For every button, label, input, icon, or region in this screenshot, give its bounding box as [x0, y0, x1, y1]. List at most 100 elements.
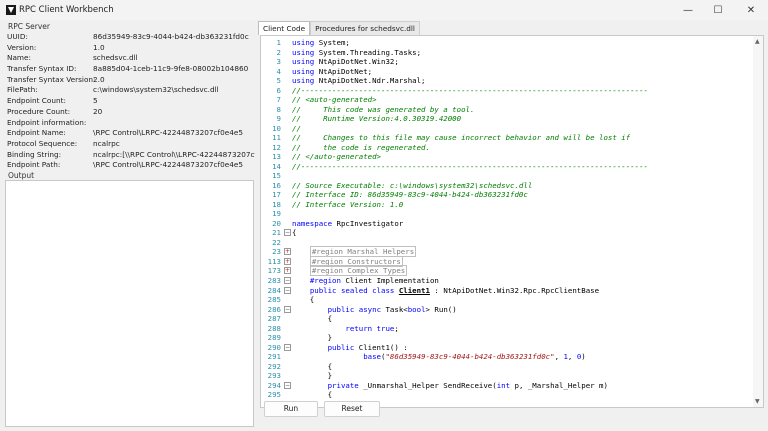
code-text: }: [292, 333, 333, 343]
collapse-region-icon[interactable]: −: [284, 277, 291, 284]
code-line: 20 namespace RpcInvestigator: [261, 219, 751, 229]
property-value: \RPC Control\LRPC-42244873207cf0e4e5: [93, 128, 243, 138]
property-row: UUID: 86d35949-83c9-4044-b424-db363231fd0…: [3, 32, 255, 43]
code-text: return true;: [345, 323, 399, 333]
code-line: 10 //: [261, 124, 751, 134]
property-value: 1.0: [93, 42, 105, 52]
right-panel: Client Code Procedures for schedsvc.dll …: [258, 21, 766, 429]
code-line: 6 //-------------------------------------…: [261, 86, 751, 96]
code-text: {: [292, 390, 333, 400]
property-value: 86d35949-83c9-4044-b424-db363231fd0c: [93, 32, 249, 41]
tab-procedures[interactable]: Procedures for schedsvc.dll: [310, 21, 420, 35]
code-line: 4 using NtApiDotNet;: [261, 67, 751, 77]
collapse-region-icon[interactable]: −: [284, 381, 291, 389]
code-line: 15: [261, 171, 751, 181]
output-textbox[interactable]: [5, 180, 254, 427]
code-text: // the code is regenerated.: [292, 142, 430, 152]
code-text: }: [292, 371, 333, 381]
run-button[interactable]: Run: [264, 401, 318, 417]
tab-client-code[interactable]: Client Code: [258, 21, 311, 35]
vertical-scrollbar[interactable]: ▲ ▼: [753, 36, 763, 407]
line-number: 291: [267, 352, 281, 362]
code-text: base("86d35949-83c9-4044-b424-db363231fd…: [363, 352, 586, 362]
left-panel: RPC Server UUID: 86d35949-83c9-4044-b424-…: [2, 21, 255, 429]
code-text: // Source Executable: c:\windows\system3…: [292, 180, 533, 190]
property-row: Endpoint Path: \RPC Control\LRPC-42244873…: [3, 160, 255, 170]
collapse-region-icon[interactable]: −: [284, 229, 291, 237]
property-row: Transfer Syntax Version: 2.0: [3, 75, 255, 86]
code-text: // Changes to this file may cause incorr…: [292, 133, 631, 143]
property-row: Protocol Sequence: ncalrpc: [3, 139, 255, 150]
scroll-down-icon[interactable]: ▼: [755, 398, 760, 405]
property-name: Transfer Syntax ID:: [7, 64, 77, 74]
line-number: 9: [276, 114, 281, 124]
code-text: {: [292, 314, 333, 324]
expand-region-icon[interactable]: +: [284, 248, 291, 256]
line-number: 295: [267, 390, 281, 400]
code-line: 13 // </auto-generated>: [261, 152, 751, 162]
code-line: 17 // Interface ID: 86d35949-83c9-4044-b4…: [261, 190, 751, 200]
property-name: UUID:: [7, 32, 28, 41]
line-number: 4: [276, 66, 281, 76]
line-number: 284: [267, 285, 281, 295]
collapse-region-icon[interactable]: −: [284, 343, 291, 351]
line-number: 289: [267, 333, 281, 343]
property-row: Endpoint information:: [3, 118, 255, 129]
code-line: 12 // the code is regenerated.: [261, 143, 751, 153]
property-name: Protocol Sequence:: [7, 138, 78, 148]
line-number: 2: [276, 47, 281, 57]
code-text: using NtApiDotNet.Win32;: [292, 57, 399, 67]
reset-button[interactable]: Reset: [324, 401, 380, 417]
maximize-button[interactable]: ☐: [704, 0, 732, 20]
line-number: 3: [276, 57, 281, 67]
line-number: 19: [272, 209, 281, 219]
property-row: Endpoint Name: \RPC Control\LRPC-42244873…: [3, 128, 255, 139]
collapse-region-icon[interactable]: −: [284, 286, 291, 294]
code-text: #region Client Implementation: [309, 276, 439, 285]
close-button[interactable]: ✕: [737, 0, 765, 20]
code-editor[interactable]: 1 using System; 2 using System.Threading.Ta…: [260, 35, 764, 408]
code-line: 294− private _Unmarshal_Helper SendRecei…: [261, 381, 751, 391]
code-text: using NtApiDotNet.Ndr.Marshal;: [292, 76, 426, 86]
code-text: public Client1() :: [327, 342, 408, 352]
line-number: 17: [272, 190, 281, 200]
line-number: 285: [267, 295, 281, 305]
code-line: 291 base("86d35949-83c9-4044-b424-db3632…: [261, 352, 751, 362]
expand-region-icon[interactable]: +: [284, 257, 291, 265]
code-line: 289 }: [261, 333, 751, 343]
code-line: 5 using NtApiDotNet.Ndr.Marshal;: [261, 76, 751, 86]
minimize-button[interactable]: —: [674, 0, 702, 20]
rpc-server-group-label: RPC Server: [6, 22, 52, 31]
code-line: 16 // Source Executable: c:\windows\syste…: [261, 181, 751, 191]
property-value: schedsvc.dll: [93, 53, 138, 63]
property-value: c:\windows\system32\schedsvc.dll: [93, 85, 219, 95]
line-number: 283: [267, 276, 281, 285]
expand-region-icon[interactable]: +: [284, 267, 291, 275]
line-number: 14: [272, 161, 281, 171]
output-group-label: Output: [6, 171, 37, 180]
code-text: #region Complex Types: [309, 265, 408, 277]
code-line: 285 {: [261, 295, 751, 305]
code-line: 14 //------------------------------------…: [261, 162, 751, 172]
property-value: 8a885d04-1ceb-11c9-9fe8-08002b104860: [93, 64, 249, 74]
property-value: 20: [93, 106, 103, 116]
code-text: public async Task<bool> Run(): [327, 304, 457, 314]
property-row: FilePath: c:\windows\system32\schedsvc.dl…: [3, 85, 255, 96]
line-number: 5: [276, 76, 281, 86]
code-line: 8 // This code was generated by a tool.: [261, 105, 751, 115]
line-number: 290: [267, 342, 281, 352]
code-line: 19: [261, 209, 751, 219]
line-number: 8: [276, 104, 281, 114]
code-line: 293 }: [261, 371, 751, 381]
code-line: 21−{: [261, 228, 751, 238]
code-text: {: [292, 228, 297, 238]
line-number: 10: [272, 123, 281, 133]
collapse-region-icon[interactable]: −: [284, 305, 291, 313]
scroll-up-icon[interactable]: ▲: [755, 38, 760, 45]
code-line: 173 + #region Complex Types: [261, 265, 751, 277]
line-number: 16: [272, 180, 281, 190]
rpc-server-properties: UUID: 86d35949-83c9-4044-b424-db363231fd0…: [3, 32, 255, 170]
line-number: 22: [272, 237, 281, 247]
property-value: 2.0: [93, 74, 105, 84]
property-row: Endpoint Count: 5: [3, 96, 255, 107]
